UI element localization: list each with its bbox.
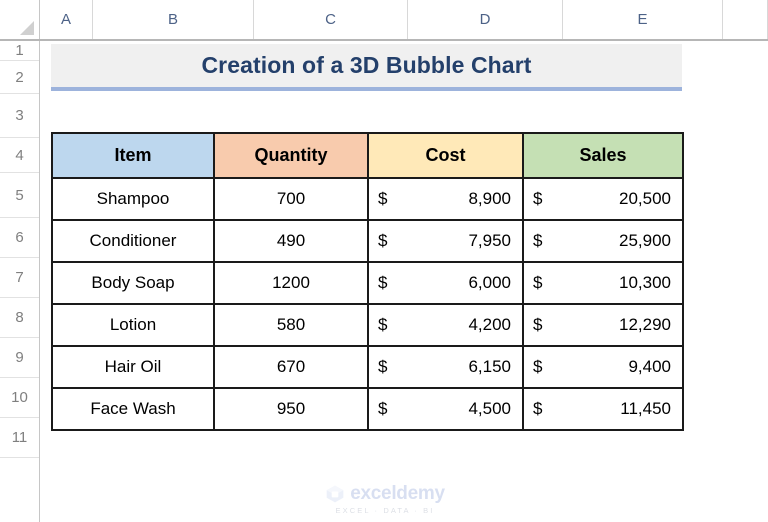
cell-item[interactable]: Shampoo [51, 177, 215, 221]
currency-symbol: $ [378, 399, 388, 418]
currency-symbol: $ [533, 399, 543, 418]
cell-quantity[interactable]: 490 [213, 219, 369, 263]
row-header-4[interactable]: 4 [0, 138, 39, 173]
currency-symbol: $ [533, 189, 543, 208]
column-header-c[interactable]: C [254, 0, 408, 39]
row-header-3[interactable]: 3 [0, 94, 39, 138]
cell-amount: 20,500 [619, 189, 671, 208]
cell-amount: 25,900 [619, 231, 671, 250]
cell-amount: 6,000 [468, 273, 511, 292]
currency-symbol: $ [378, 273, 388, 292]
row-header-strip: 1 2 3 4 5 6 7 8 9 10 11 [0, 41, 40, 522]
currency-symbol: $ [533, 231, 543, 250]
currency-symbol: $ [378, 189, 388, 208]
cell-sales[interactable]: $12,290 [522, 303, 684, 347]
column-header-f[interactable] [723, 0, 768, 39]
row-header-6[interactable]: 6 [0, 218, 39, 258]
cell-sales[interactable]: $9,400 [522, 345, 684, 389]
currency-symbol: $ [533, 315, 543, 334]
column-header-strip: ABCDE [0, 0, 768, 41]
select-all-triangle-icon [20, 21, 34, 35]
cell-amount: 8,900 [468, 189, 511, 208]
currency-symbol: $ [378, 231, 388, 250]
column-header-d[interactable]: D [408, 0, 563, 39]
page-title: Creation of a 3D Bubble Chart [201, 52, 532, 78]
cell-amount: 7,950 [468, 231, 511, 250]
cell-amount: 4,500 [468, 399, 511, 418]
cell-item[interactable]: Lotion [51, 303, 215, 347]
excel-worksheet: ABCDE 1 2 3 4 5 6 7 8 9 10 11 Creation of a 3D Bub… [0, 0, 768, 522]
currency-symbol: $ [378, 315, 388, 334]
column-header-a[interactable]: A [40, 0, 93, 39]
table-row[interactable]: Conditioner 490 $7,950 $25,900 [51, 219, 684, 263]
cell-item[interactable]: Conditioner [51, 219, 215, 263]
column-header-e[interactable]: E [563, 0, 723, 39]
data-table[interactable]: Item Quantity Cost Sales Shampoo 700 $8,90… [51, 132, 684, 431]
column-header-cost[interactable]: Cost [367, 132, 524, 179]
row-header-7[interactable]: 7 [0, 258, 39, 298]
row-header-10[interactable]: 10 [0, 378, 39, 418]
cell-item[interactable]: Face Wash [51, 387, 215, 431]
cell-sales[interactable]: $20,500 [522, 177, 684, 221]
row-header-1[interactable]: 1 [0, 41, 39, 61]
cell-cost[interactable]: $6,150 [367, 345, 524, 389]
row-header-9[interactable]: 9 [0, 338, 39, 378]
row-header-8[interactable]: 8 [0, 298, 39, 338]
cell-cost[interactable]: $6,000 [367, 261, 524, 305]
cell-item[interactable]: Body Soap [51, 261, 215, 305]
cell-quantity[interactable]: 950 [213, 387, 369, 431]
currency-symbol: $ [533, 273, 543, 292]
table-row[interactable]: Lotion 580 $4,200 $12,290 [51, 303, 684, 347]
row-header-2[interactable]: 2 [0, 61, 39, 94]
table-row[interactable]: Face Wash 950 $4,500 $11,450 [51, 387, 684, 431]
cell-cost[interactable]: $4,200 [367, 303, 524, 347]
row-header-11[interactable]: 11 [0, 418, 39, 458]
cell-sales[interactable]: $11,450 [522, 387, 684, 431]
table-header-row: Item Quantity Cost Sales [51, 132, 684, 179]
cell-sales[interactable]: $25,900 [522, 219, 684, 263]
cell-cost[interactable]: $7,950 [367, 219, 524, 263]
column-header-b[interactable]: B [93, 0, 254, 39]
column-header-item[interactable]: Item [51, 132, 215, 179]
table-row[interactable]: Body Soap 1200 $6,000 $10,300 [51, 261, 684, 305]
column-header-sales[interactable]: Sales [522, 132, 684, 179]
cell-amount: 9,400 [628, 357, 671, 376]
cell-cost[interactable]: $4,500 [367, 387, 524, 431]
cell-amount: 10,300 [619, 273, 671, 292]
row-header-5[interactable]: 5 [0, 173, 39, 218]
cell-amount: 4,200 [468, 315, 511, 334]
cell-quantity[interactable]: 700 [213, 177, 369, 221]
cell-quantity[interactable]: 580 [213, 303, 369, 347]
currency-symbol: $ [533, 357, 543, 376]
column-header-quantity[interactable]: Quantity [213, 132, 369, 179]
cell-amount: 6,150 [468, 357, 511, 376]
cell-cost[interactable]: $8,900 [367, 177, 524, 221]
cell-sales[interactable]: $10,300 [522, 261, 684, 305]
currency-symbol: $ [378, 357, 388, 376]
table-row[interactable]: Shampoo 700 $8,900 $20,500 [51, 177, 684, 221]
select-all-button[interactable] [0, 0, 40, 39]
cell-amount: 12,290 [619, 315, 671, 334]
cell-quantity[interactable]: 1200 [213, 261, 369, 305]
cell-item[interactable]: Hair Oil [51, 345, 215, 389]
sheet-title-cell[interactable]: Creation of a 3D Bubble Chart [51, 44, 682, 91]
cell-amount: 11,450 [620, 399, 671, 418]
table-row[interactable]: Hair Oil 670 $6,150 $9,400 [51, 345, 684, 389]
cell-quantity[interactable]: 670 [213, 345, 369, 389]
